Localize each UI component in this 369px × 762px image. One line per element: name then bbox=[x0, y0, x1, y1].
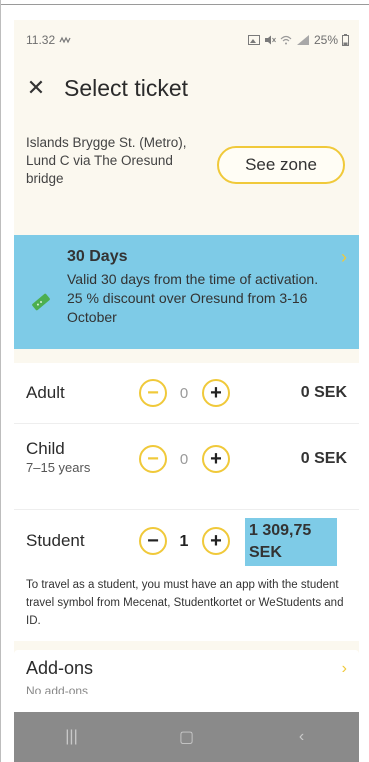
see-zone-button[interactable]: See zone bbox=[217, 146, 345, 184]
passenger-count: 1 bbox=[179, 533, 189, 550]
notification-icon bbox=[59, 36, 71, 44]
status-right: 25% bbox=[247, 33, 349, 47]
status-bar: 11.32 25% bbox=[14, 20, 359, 60]
app-header: ✕ Select ticket bbox=[14, 68, 359, 108]
minus-icon: − bbox=[147, 382, 159, 404]
ticket-type-card[interactable]: 30 Days Valid 30 days from the time of a… bbox=[14, 235, 359, 349]
left-divider bbox=[0, 0, 1, 762]
android-nav-bar: ||| ▢ ‹ bbox=[14, 712, 359, 762]
signal-icon bbox=[296, 35, 309, 45]
student-price-highlighted: 1 309,75 SEK bbox=[245, 518, 337, 566]
student-decrement-button[interactable]: − bbox=[139, 527, 167, 555]
route-description: Islands Brygge St. (Metro), Lund C via T… bbox=[26, 135, 187, 186]
close-button[interactable]: ✕ bbox=[16, 68, 56, 108]
minus-icon: − bbox=[147, 448, 159, 470]
passenger-label: Child bbox=[26, 439, 65, 458]
addons-row[interactable]: Add-ons No add-ons › bbox=[14, 650, 359, 712]
mute-icon bbox=[264, 35, 276, 45]
wifi-icon bbox=[280, 35, 292, 45]
plus-icon: + bbox=[210, 448, 222, 470]
status-time: 11.32 bbox=[26, 33, 56, 47]
passenger-sublabel: 7–15 years bbox=[26, 460, 91, 475]
child-decrement-button[interactable]: − bbox=[139, 445, 167, 473]
plus-icon: + bbox=[210, 530, 222, 552]
close-icon: ✕ bbox=[26, 75, 46, 100]
battery-percent: 25% bbox=[313, 33, 338, 47]
chevron-right-icon: › bbox=[341, 247, 347, 267]
image-icon bbox=[247, 35, 260, 45]
passenger-label: Student bbox=[26, 531, 85, 550]
ticket-description: Valid 30 days from the time of activatio… bbox=[67, 271, 319, 325]
passenger-count: 0 bbox=[179, 451, 189, 468]
chevron-right-icon: › bbox=[341, 660, 347, 677]
home-button[interactable]: ▢ bbox=[157, 727, 217, 747]
adult-increment-button[interactable]: + bbox=[202, 379, 230, 407]
recent-apps-button[interactable]: ||| bbox=[42, 728, 102, 746]
student-increment-button[interactable]: + bbox=[202, 527, 230, 555]
adult-decrement-button[interactable]: − bbox=[139, 379, 167, 407]
ticket-title: 30 Days bbox=[67, 248, 128, 265]
page-title: Select ticket bbox=[64, 74, 188, 101]
passenger-price: 0 SEK bbox=[300, 384, 347, 401]
addons-subtitle: No add-ons bbox=[26, 684, 89, 694]
student-info-text: To travel as a student, you must have an… bbox=[26, 579, 344, 627]
passenger-label: Adult bbox=[26, 383, 65, 402]
back-button[interactable]: ‹ bbox=[272, 728, 332, 746]
passenger-panel: Adult − 0 + 0 SEK Child 7–15 years − 0 + bbox=[14, 363, 359, 641]
passenger-count: 0 bbox=[179, 385, 189, 402]
recent-apps-icon: ||| bbox=[65, 728, 78, 745]
back-icon: ‹ bbox=[298, 728, 305, 745]
app-screen: 11.32 25% ✕ Select ticket Islands Brygge… bbox=[14, 20, 359, 712]
addons-title: Add-ons bbox=[26, 658, 94, 678]
phone-screen: 11.32 25% ✕ Select ticket Islands Brygge… bbox=[0, 0, 369, 762]
top-divider bbox=[0, 0, 369, 5]
plus-icon: + bbox=[210, 382, 222, 404]
child-increment-button[interactable]: + bbox=[202, 445, 230, 473]
ticket-icon bbox=[32, 293, 50, 311]
battery-icon bbox=[342, 34, 349, 46]
minus-icon: − bbox=[147, 530, 159, 552]
home-icon: ▢ bbox=[178, 729, 195, 746]
status-left: 11.32 bbox=[26, 33, 71, 47]
passenger-price: 0 SEK bbox=[300, 450, 347, 467]
passenger-row-child: Child 7–15 years − 0 + 0 SEK bbox=[14, 423, 359, 510]
passenger-row-adult: Adult − 0 + 0 SEK bbox=[14, 363, 359, 424]
